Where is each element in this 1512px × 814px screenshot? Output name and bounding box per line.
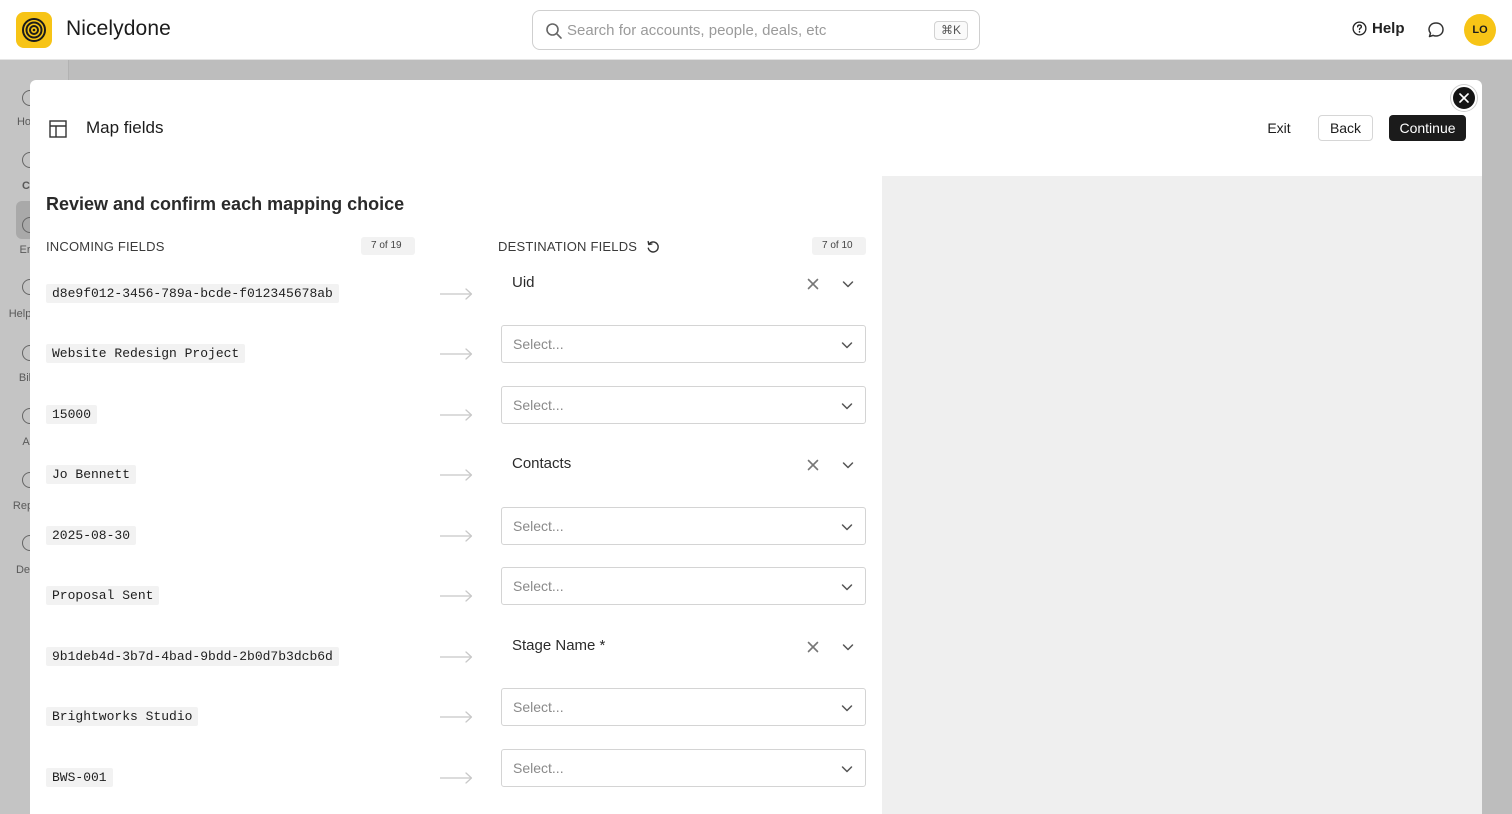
- select-placeholder: Select...: [513, 760, 564, 776]
- chevron-down-icon[interactable]: [840, 520, 854, 534]
- chevron-down-icon[interactable]: [840, 399, 854, 413]
- arrow-right-icon: [440, 651, 473, 663]
- chevron-down-icon[interactable]: [840, 701, 854, 715]
- help-icon: [1352, 21, 1367, 36]
- select-placeholder: Select...: [513, 336, 564, 352]
- section-heading: Review and confirm each mapping choice: [46, 194, 405, 214]
- destination-field-select[interactable]: Contacts: [501, 446, 866, 484]
- exit-button[interactable]: Exit: [1252, 115, 1306, 141]
- destination-field-value: Stage Name *: [512, 637, 606, 654]
- arrow-right-icon: [440, 590, 473, 602]
- chat-icon[interactable]: [1426, 20, 1446, 40]
- destination-field-select[interactable]: Select...: [501, 507, 866, 545]
- select-placeholder: Select...: [513, 518, 564, 534]
- clear-icon[interactable]: [806, 640, 820, 654]
- chevron-down-icon[interactable]: [840, 338, 854, 352]
- arrow-right-icon: [440, 348, 473, 360]
- preview-panel: [882, 176, 1482, 814]
- arrow-right-icon: [440, 469, 473, 481]
- destination-field-select[interactable]: Stage Name *: [501, 628, 866, 666]
- destination-field-select[interactable]: Select...: [501, 325, 866, 363]
- incoming-field-value: 2025-08-30: [46, 526, 137, 545]
- clear-icon[interactable]: [806, 277, 820, 291]
- chevron-down-icon[interactable]: [841, 277, 855, 291]
- select-placeholder: Select...: [513, 397, 564, 413]
- incoming-field-value: Jo Bennett: [46, 465, 137, 484]
- global-search[interactable]: ⌘K: [532, 10, 980, 50]
- chevron-down-icon[interactable]: [841, 640, 855, 654]
- destination-field-select[interactable]: Select...: [501, 749, 866, 787]
- incoming-field-value: Website Redesign Project: [46, 344, 246, 363]
- select-placeholder: Select...: [513, 578, 564, 594]
- destination-field-select[interactable]: Select...: [501, 688, 866, 726]
- incoming-field-value: 9b1deb4d-3b7d-4bad-9bdd-2b0d7b3dcb6d: [46, 647, 339, 666]
- destination-field-value: Contacts: [512, 455, 572, 472]
- modal-title: Map fields: [86, 118, 164, 137]
- help-button[interactable]: Help: [1352, 20, 1405, 37]
- clear-icon[interactable]: [806, 458, 820, 472]
- incoming-field-value: Proposal Sent: [46, 586, 160, 605]
- destination-fields-header: DESTINATION FIELDS: [498, 239, 638, 254]
- refresh-icon[interactable]: [646, 240, 660, 254]
- incoming-count-badge: 7 of 19: [361, 237, 415, 255]
- destination-field-value: Uid: [512, 274, 535, 291]
- arrow-right-icon: [440, 530, 473, 542]
- brand-name[interactable]: Nicelydone: [66, 17, 171, 41]
- search-icon: [546, 23, 562, 39]
- arrow-right-icon: [440, 288, 473, 300]
- destination-field-select[interactable]: Select...: [501, 567, 866, 605]
- chevron-down-icon[interactable]: [840, 762, 854, 776]
- destination-count-badge: 7 of 10: [812, 237, 866, 255]
- incoming-fields-header: INCOMING FIELDS: [46, 239, 165, 254]
- incoming-field-value: Brightworks Studio: [46, 707, 199, 726]
- close-modal-button[interactable]: [1451, 85, 1477, 111]
- destination-field-select[interactable]: Select...: [501, 386, 866, 424]
- arrow-right-icon: [440, 772, 473, 784]
- logo-icon[interactable]: [16, 12, 52, 48]
- arrow-right-icon: [440, 409, 473, 421]
- search-shortcut: ⌘K: [933, 21, 968, 40]
- select-placeholder: Select...: [513, 699, 564, 715]
- incoming-field-value: 15000: [46, 405, 98, 424]
- search-input[interactable]: [567, 19, 927, 41]
- arrow-right-icon: [440, 711, 473, 723]
- chevron-down-icon[interactable]: [840, 580, 854, 594]
- destination-field-select[interactable]: Uid: [501, 265, 866, 303]
- chevron-down-icon[interactable]: [841, 458, 855, 472]
- back-button[interactable]: Back: [1318, 115, 1373, 141]
- mapping-row: BWS-001 Select...: [30, 749, 882, 814]
- user-avatar[interactable]: LO: [1464, 14, 1496, 46]
- top-header: Nicelydone ⌘K Help LO: [0, 0, 1512, 60]
- close-icon: [1459, 93, 1469, 103]
- incoming-field-value: d8e9f012-3456-789a-bcde-f012345678ab: [46, 284, 339, 303]
- continue-button[interactable]: Continue: [1389, 115, 1466, 141]
- incoming-field-value: BWS-001: [46, 768, 113, 787]
- table-icon: [49, 120, 67, 138]
- map-fields-modal: Map fields Exit Back Continue Review and…: [30, 80, 1482, 814]
- help-label: Help: [1372, 20, 1405, 37]
